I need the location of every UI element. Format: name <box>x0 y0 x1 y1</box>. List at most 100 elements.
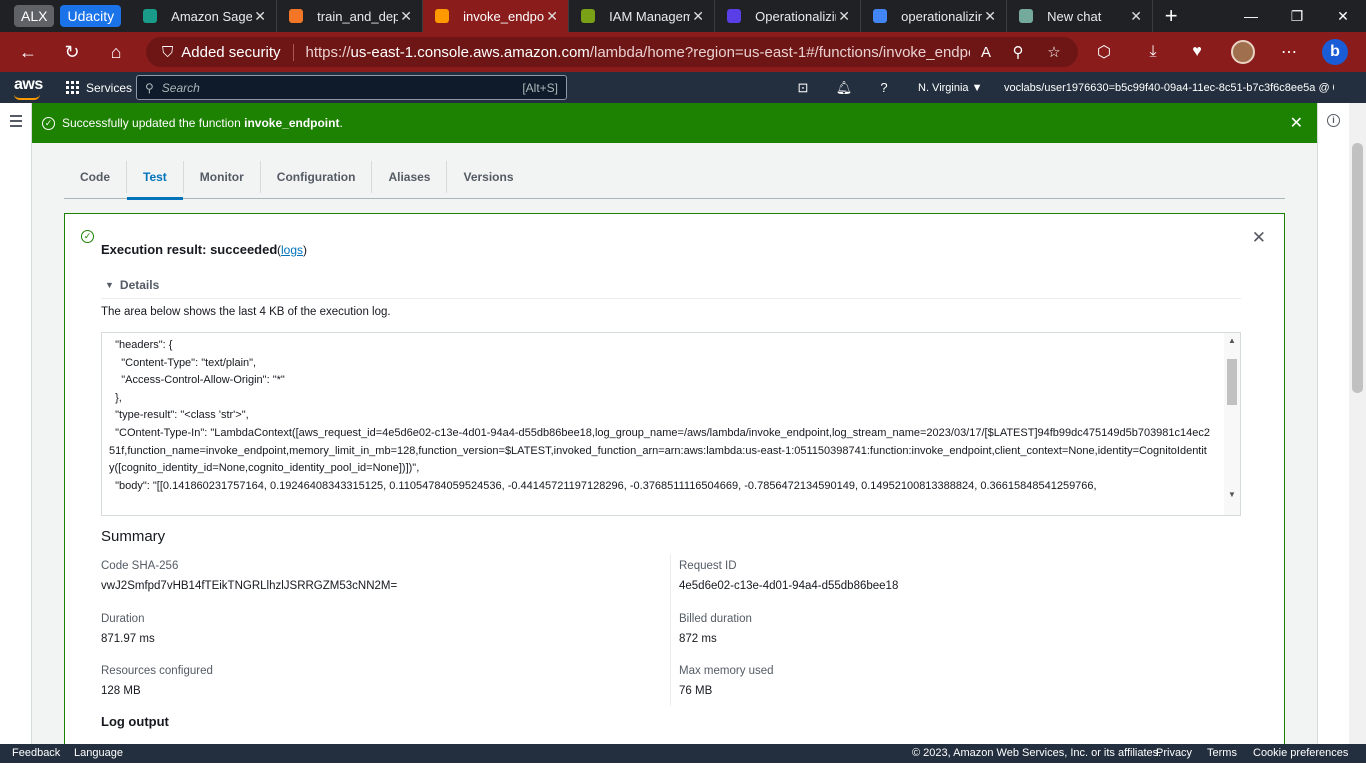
browser-tab-title: Amazon SageM <box>171 8 253 24</box>
iam-icon <box>581 9 596 23</box>
browser-tab[interactable]: train_and_deplo✕ <box>277 0 424 32</box>
duration-label: Duration <box>101 613 145 625</box>
summary-heading: Summary <box>101 528 166 545</box>
browser-tab-title: operationalizing <box>901 8 983 24</box>
details-toggle[interactable]: ▼ Details <box>105 278 159 292</box>
language-link[interactable]: Language <box>74 747 123 759</box>
code-sha-value: vwJ2Smfpd7vHB14fTEikTNGRLlhzlJSRRGZM53cN… <box>101 580 398 592</box>
cloudshell-icon[interactable]: ⊡ <box>790 72 816 103</box>
resources-configured-field: Resources configured 128 MB <box>101 665 213 697</box>
tab-aliases[interactable]: Aliases <box>372 160 448 193</box>
home-icon[interactable]: ⌂ <box>94 32 138 72</box>
zoom-icon[interactable]: ⚲ <box>1000 37 1036 67</box>
feedback-link[interactable]: Feedback <box>12 747 60 759</box>
tab-monitor[interactable]: Monitor <box>184 160 261 193</box>
cookie-preferences-link[interactable]: Cookie preferences <box>1253 747 1348 759</box>
aws-logo[interactable]: aws <box>14 76 43 100</box>
close-result-icon[interactable]: ✕ <box>1252 228 1266 248</box>
lambda-icon <box>435 9 450 23</box>
browser-tab-title: IAM Manageme <box>609 8 691 24</box>
more-menu-icon[interactable]: ⋯ <box>1267 32 1311 72</box>
tab-versions[interactable]: Versions <box>447 161 529 193</box>
tab-group-alx[interactable]: ALX <box>14 5 55 27</box>
favorite-icon[interactable]: ☆ <box>1036 37 1072 67</box>
browser-tab-title: Operationalizing <box>755 8 836 24</box>
billed-duration-value: 872 ms <box>679 633 717 645</box>
notifications-icon[interactable]: 🔔︎ <box>831 72 857 103</box>
close-window-icon[interactable]: ✕ <box>1320 0 1366 32</box>
sagemaker-icon <box>143 9 158 23</box>
resources-configured-label: Resources configured <box>101 665 213 677</box>
close-tab-icon[interactable]: ✕ <box>544 8 560 25</box>
address-bar[interactable]: ⛉ Added security https://us-east-1.conso… <box>146 37 1078 67</box>
close-tab-icon[interactable]: ✕ <box>1128 8 1144 25</box>
read-aloud-icon[interactable]: A <box>968 37 1004 67</box>
logs-link-wrapper: (logs) <box>277 243 308 257</box>
page-scrollbar[interactable] <box>1349 103 1366 744</box>
info-icon[interactable]: i <box>1327 114 1340 127</box>
refresh-icon[interactable]: ↻ <box>50 32 94 72</box>
profile-avatar[interactable] <box>1221 32 1265 72</box>
minimize-icon[interactable]: — <box>1228 0 1274 32</box>
security-indicator[interactable]: ⛉ Added security <box>162 43 294 61</box>
browser-tab[interactable]: operationalizing✕ <box>861 0 1008 32</box>
execution-result-title: Execution result: succeeded <box>101 242 278 257</box>
console-footer: Feedback Language © 2023, Amazon Web Ser… <box>0 744 1366 763</box>
scroll-up-icon[interactable]: ▲ <box>1228 336 1236 345</box>
new-tab-button[interactable]: + <box>1153 3 1189 29</box>
help-icon[interactable]: ? <box>871 72 897 103</box>
browser-tab-title: New chat <box>1047 8 1102 24</box>
search-icon: ⚲ <box>145 80 154 95</box>
browser-tab-title: train_and_deplo <box>317 8 399 24</box>
browser-tab-strip: ALX Udacity Amazon SageM✕train_and_deplo… <box>0 0 1366 32</box>
region-selector[interactable]: N. Virginia ▼ <box>918 72 983 103</box>
downloads-icon[interactable]: ⤓ <box>1131 32 1175 72</box>
search-input[interactable]: ⚲ Search [Alt+S] <box>136 75 567 100</box>
browser-tab[interactable]: IAM Manageme✕ <box>569 0 716 32</box>
dismiss-flash-icon[interactable]: ✕ <box>1290 113 1303 133</box>
health-icon[interactable]: ♥ <box>1175 32 1219 72</box>
menu-icon[interactable] <box>10 115 22 130</box>
browser-tab[interactable]: Operationalizing✕ <box>715 0 862 32</box>
aws-console-header: aws Services ⚲ Search [Alt+S] ⊡ 🔔︎ ? N. … <box>0 72 1366 103</box>
caret-down-icon: ▼ <box>105 280 114 290</box>
log-scrollbar[interactable]: ▲ ▼ <box>1224 333 1240 515</box>
notebook-icon <box>289 9 304 23</box>
close-tab-icon[interactable]: ✕ <box>982 8 998 25</box>
browser-tab[interactable]: invoke_endpoin✕ <box>423 0 570 32</box>
request-id-value: 4e5d6e02-c13e-4d01-94a4-d55db86bee18 <box>679 580 899 592</box>
success-flash-banner: ✓ Successfully updated the function invo… <box>32 103 1317 143</box>
execution-log-textarea[interactable]: "headers": { "Content-Type": "text/plain… <box>101 332 1241 516</box>
back-icon[interactable]: ← <box>6 32 50 72</box>
tab-test[interactable]: Test <box>127 160 184 200</box>
scroll-down-icon[interactable]: ▼ <box>1228 490 1236 499</box>
url-text: https://us-east-1.console.aws.amazon.com… <box>305 43 970 61</box>
services-menu-button[interactable]: Services <box>66 72 132 103</box>
browser-tab[interactable]: New chat ✕ <box>1007 0 1154 32</box>
close-tab-icon[interactable]: ✕ <box>252 8 268 25</box>
privacy-link[interactable]: Privacy <box>1156 747 1192 759</box>
code-sha-label: Code SHA-256 <box>101 560 179 572</box>
main-content: Code Test Monitor Configuration Aliases Versi… <box>32 143 1317 744</box>
tab-code[interactable]: Code <box>64 160 127 193</box>
execution-result-panel: ✓ Execution result: succeeded (logs) ✕ ▼… <box>64 213 1285 744</box>
restore-icon[interactable]: ❐ <box>1274 0 1320 32</box>
left-nav-rail <box>0 103 32 744</box>
request-id-label: Request ID <box>679 560 737 572</box>
browser-tab[interactable]: Amazon SageM✕ <box>131 0 278 32</box>
tab-group-udacity[interactable]: Udacity <box>60 5 122 27</box>
function-tabs: Code Test Monitor Configuration Aliases Versi… <box>64 155 1285 200</box>
close-tab-icon[interactable]: ✕ <box>690 8 706 25</box>
account-menu[interactable]: voclabs/user1976630=b5c99f40-09a4-11ec-8… <box>1004 72 1334 103</box>
details-label: Details <box>119 278 160 292</box>
tab-configuration[interactable]: Configuration <box>261 160 373 193</box>
close-tab-icon[interactable]: ✕ <box>398 8 414 25</box>
bing-chat-icon[interactable]: b <box>1313 32 1357 72</box>
logs-link[interactable]: logs <box>281 243 303 257</box>
search-placeholder: Search <box>161 80 200 95</box>
search-shortcut: [Alt+S] <box>522 80 558 95</box>
extensions-icon[interactable]: ⬡ <box>1082 32 1126 72</box>
terms-link[interactable]: Terms <box>1207 747 1237 759</box>
close-tab-icon[interactable]: ✕ <box>836 8 852 25</box>
code-sha-field: Code SHA-256 vwJ2Smfpd7vHB14fTEikTNGRLlh… <box>101 560 397 592</box>
